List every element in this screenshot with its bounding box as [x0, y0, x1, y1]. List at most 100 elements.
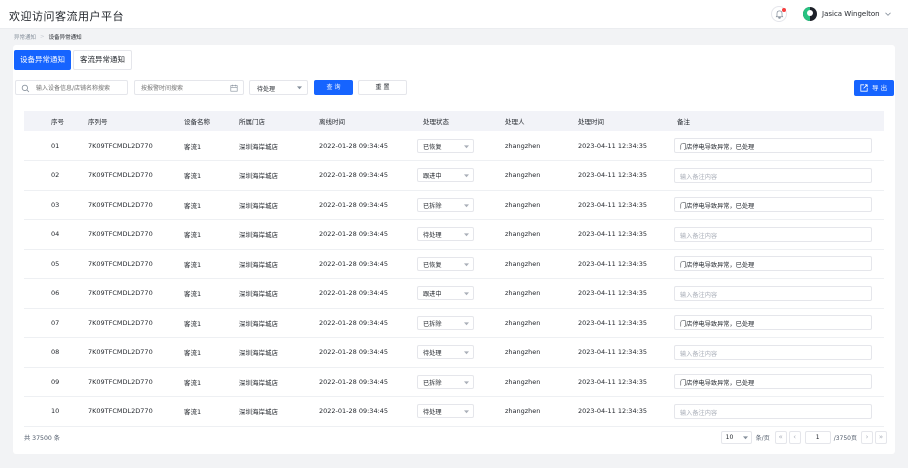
- cell-status: 跟进中: [417, 160, 505, 191]
- export-label: 导 出: [872, 84, 888, 92]
- calendar-icon: [230, 84, 238, 92]
- cell-handler: zhangzhen: [505, 308, 578, 338]
- cell-handler: zhangzhen: [505, 219, 578, 250]
- cell-note: 输入备注内容: [674, 337, 884, 368]
- note-input[interactable]: 输入备注内容: [674, 285, 872, 301]
- query-button[interactable]: 查 询: [314, 80, 353, 95]
- status-value: 已恢复: [423, 143, 442, 151]
- status-select[interactable]: 已拆除: [417, 374, 474, 389]
- caret-down-icon: [742, 435, 748, 439]
- cell-store: 深圳海岸城店: [239, 308, 315, 338]
- note-input[interactable]: 门店停电导致异常，已处理: [674, 315, 872, 331]
- content-panel: 设备异常通知 客流异常通知 待处理 查 询 重 置 导 出 序号 序列号 设备名…: [13, 45, 895, 454]
- cell-index: 10: [24, 396, 88, 427]
- note-input[interactable]: 输入备注内容: [674, 226, 872, 242]
- note-input[interactable]: 门店停电导致异常，已处理: [674, 374, 872, 390]
- prev-page-button[interactable]: ‹: [788, 430, 801, 444]
- cell-handler: zhangzhen: [505, 190, 578, 220]
- note-placeholder: 输入备注内容: [680, 409, 718, 417]
- cell-store: 深圳海岸城店: [239, 249, 315, 279]
- note-placeholder: 输入备注内容: [680, 291, 718, 299]
- status-select[interactable]: 待处理: [417, 404, 474, 419]
- status-filter-select[interactable]: 待处理: [249, 80, 308, 95]
- search-box[interactable]: [15, 80, 128, 95]
- cell-note: 门店停电导致异常，已处理: [674, 131, 884, 161]
- tab-device-alerts[interactable]: 设备异常通知: [14, 50, 71, 70]
- table-row: 02 7K09TFCMDL2D770 客流1 深圳海岸城店 2022-01-28 09:…: [24, 160, 884, 191]
- cell-device: 客流1: [184, 278, 239, 309]
- export-button[interactable]: 导 出: [854, 80, 894, 96]
- status-select[interactable]: 跟进中: [417, 286, 474, 301]
- note-input[interactable]: 输入备注内容: [674, 167, 872, 183]
- cell-status: 跟进中: [417, 278, 505, 309]
- cell-store: 深圳海岸城店: [239, 278, 315, 309]
- status-value: 跟进中: [423, 291, 442, 299]
- cell-handled-time: 2023-04-11 12:34:35: [578, 337, 674, 368]
- notification-bell-icon[interactable]: [771, 6, 787, 22]
- note-input[interactable]: 门店停电导致异常，已处理: [674, 197, 872, 213]
- note-input[interactable]: 门店停电导致异常，已处理: [674, 138, 872, 153]
- note-text: 门店停电导致异常，已处理: [680, 203, 755, 211]
- cell-offline-time: 2022-01-28 09:34:45: [315, 219, 417, 250]
- pagination: 10 条/页 « ‹ 1 /3750页 › »: [720, 430, 887, 444]
- cell-index: 01: [24, 131, 88, 161]
- cell-device: 客流1: [184, 367, 239, 397]
- cell-offline-time: 2022-01-28 09:34:45: [315, 367, 417, 397]
- status-value: 已拆除: [423, 202, 442, 210]
- date-input[interactable]: [141, 83, 229, 93]
- status-select[interactable]: 已恢复: [417, 138, 474, 153]
- breadcrumb-item-parent[interactable]: 异常通知: [14, 33, 36, 41]
- current-page-input[interactable]: 1: [804, 430, 831, 444]
- cell-serial: 7K09TFCMDL2D770: [88, 160, 184, 191]
- status-filter-value: 待处理: [257, 86, 276, 93]
- note-input[interactable]: 输入备注内容: [674, 344, 872, 360]
- cell-device: 客流1: [184, 308, 239, 338]
- cell-note: 输入备注内容: [674, 396, 884, 427]
- status-select[interactable]: 待处理: [417, 227, 474, 242]
- status-select[interactable]: 已恢复: [417, 256, 474, 271]
- caret-down-icon: [464, 292, 469, 296]
- cell-store: 深圳海岸城店: [239, 160, 315, 191]
- cell-status: 已拆除: [417, 367, 505, 397]
- search-input[interactable]: [36, 83, 126, 93]
- col-header-handled-time: 处理时间: [578, 111, 674, 131]
- next-page-button[interactable]: ›: [861, 430, 873, 444]
- status-select[interactable]: 已拆除: [417, 197, 474, 212]
- page-size-select[interactable]: 10: [720, 430, 752, 444]
- status-value: 已拆除: [423, 320, 442, 328]
- status-value: 已拆除: [423, 379, 442, 387]
- col-header-store: 所属门店: [239, 111, 315, 131]
- status-select[interactable]: 待处理: [417, 345, 474, 360]
- status-select[interactable]: 已拆除: [417, 315, 474, 330]
- cell-index: 02: [24, 160, 88, 191]
- cell-handled-time: 2023-04-11 12:34:35: [578, 160, 674, 191]
- caret-down-icon: [297, 86, 302, 90]
- status-select[interactable]: 跟进中: [417, 168, 474, 183]
- first-page-button[interactable]: «: [774, 430, 787, 444]
- cell-offline-time: 2022-01-28 09:34:45: [315, 249, 417, 279]
- cell-serial: 7K09TFCMDL2D770: [88, 337, 184, 368]
- table-row: 07 7K09TFCMDL2D770 客流1 深圳海岸城店 2022-01-28 09:…: [24, 308, 884, 338]
- date-filter[interactable]: [134, 80, 244, 95]
- cell-offline-time: 2022-01-28 09:34:45: [315, 337, 417, 368]
- cell-serial: 7K09TFCMDL2D770: [88, 396, 184, 427]
- cell-status: 待处理: [417, 219, 505, 250]
- page-size-value: 10: [725, 433, 734, 441]
- cell-handled-time: 2023-04-11 12:34:35: [578, 308, 674, 338]
- cell-index: 06: [24, 278, 88, 309]
- cell-handler: zhangzhen: [505, 337, 578, 368]
- cell-store: 深圳海岸城店: [239, 337, 315, 368]
- tab-traffic-alerts[interactable]: 客流异常通知: [73, 50, 132, 70]
- reset-button[interactable]: 重 置: [358, 80, 407, 95]
- user-menu[interactable]: Jasica Wingelton: [803, 7, 892, 21]
- cell-status: 已恢复: [417, 131, 505, 161]
- breadcrumb-item-current: 设备异常通知: [48, 35, 82, 41]
- note-input[interactable]: 输入备注内容: [674, 403, 872, 419]
- status-value: 待处理: [423, 232, 442, 240]
- cell-handler: zhangzhen: [505, 249, 578, 279]
- cell-handled-time: 2023-04-11 12:34:35: [578, 190, 674, 220]
- cell-offline-time: 2022-01-28 09:34:45: [315, 396, 417, 427]
- table-header-row: 序号 序列号 设备名称 所属门店 离线时间 处理状态 处理人 处理时间 备注: [24, 111, 884, 131]
- last-page-button[interactable]: »: [875, 430, 887, 444]
- note-input[interactable]: 门店停电导致异常，已处理: [674, 256, 872, 272]
